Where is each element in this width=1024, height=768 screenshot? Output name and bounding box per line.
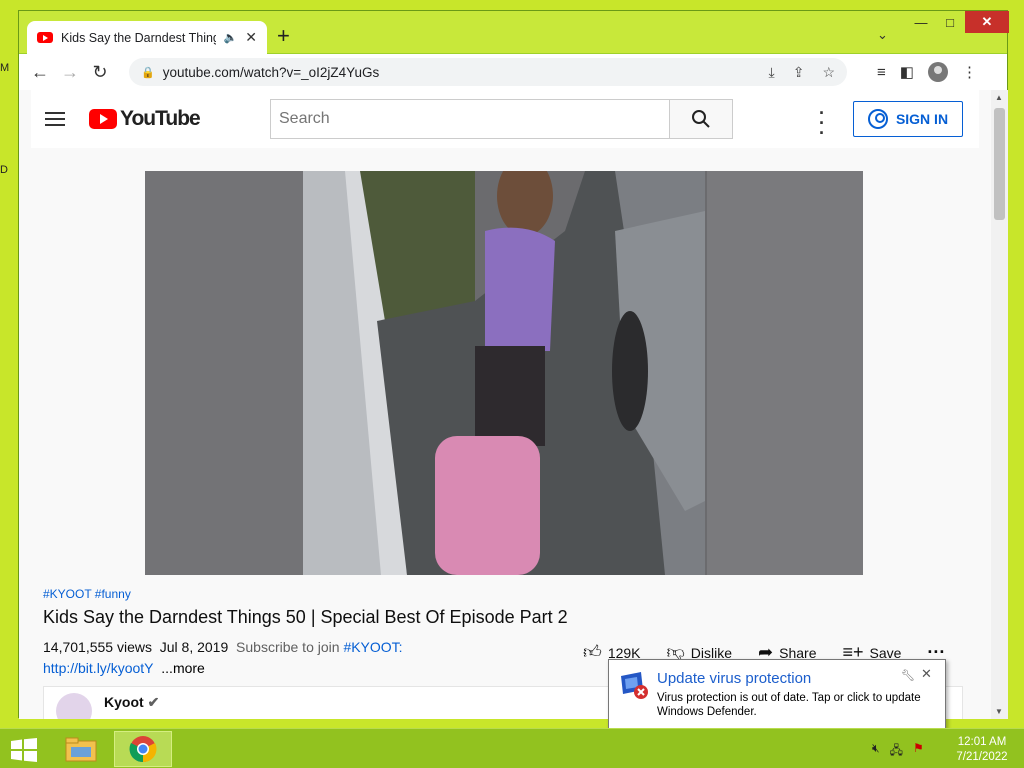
file-explorer-taskbar-button[interactable] [52,731,110,767]
subscribe-text: Subscribe to join [236,639,344,655]
tab-close-icon[interactable]: ✕ [245,29,257,46]
scroll-up-arrow-icon[interactable]: ▲ [995,93,1003,102]
audio-playing-icon[interactable]: 🔈 [224,31,238,44]
clock-time: 12:01 AM [957,736,1007,748]
windows-defender-flag-icon [621,672,648,699]
share-page-icon[interactable]: ⇪ [793,64,805,81]
scrollbar-thumb[interactable] [994,108,1005,220]
notification-close-icon[interactable]: ✕ [921,666,932,682]
action-center-alert-icon[interactable]: ⚑ [913,741,924,762]
network-icon[interactable]: 🖧 [890,741,903,762]
maximize-button[interactable]: □ [937,11,963,33]
user-circle-icon [867,109,888,129]
lock-icon[interactable]: 🔒 [141,66,155,79]
subscribe-hashtag-link[interactable]: #KYOOT: [343,639,402,655]
folder-icon [65,737,97,762]
new-tab-button[interactable]: + [277,25,290,47]
profile-avatar-icon[interactable] [927,62,948,82]
notification-title[interactable]: Update virus protection [657,670,811,687]
sign-in-label: SIGN IN [895,111,949,127]
reload-icon[interactable]: ↻ [85,62,115,83]
channel-name[interactable]: Kyoot ✔ [104,694,159,711]
verified-check-icon: ✔ [147,694,160,710]
title-bar: Kids Say the Darndest Things 50 | Specia… [19,11,1009,54]
upload-date: Jul 8, 2019 [159,639,229,655]
youtube-wordmark: YouTube [120,107,201,130]
clock-date: 7/21/2022 [956,751,1008,763]
address-bar[interactable]: 🔒 youtube.com/watch?v=_oI2jZ4YuGs ⤓ ⇪ ☆ [129,58,847,86]
media-control-icon[interactable]: ≡ [877,64,886,81]
channel-name-text[interactable]: Kyoot [104,694,144,710]
video-meta: 14,701,555 views Jul 8, 2019 Subscribe t… [43,639,403,655]
scroll-down-arrow-icon[interactable]: ▼ [995,707,1003,716]
youtube-play-icon [89,109,117,129]
search-icon [692,110,710,128]
desktop-icon-partial[interactable]: M [0,62,12,76]
chrome-icon [129,736,157,763]
video-player[interactable] [145,171,863,575]
bookmark-star-icon[interactable]: ☆ [822,64,835,81]
volume-muted-icon[interactable]: 🔇︎ [872,741,880,762]
browser-window: Kids Say the Darndest Things 50 | Specia… [18,10,1009,719]
browser-toolbar: ← → ↻ 🔒 youtube.com/watch?v=_oI2jZ4YuGs … [19,54,1007,90]
show-more-link[interactable]: ...more [161,660,205,676]
search-input[interactable] [270,99,670,139]
page-scrollbar[interactable]: ▲ ▼ [991,90,1008,719]
system-tray: 🔇︎ 🖧 ⚑ [872,741,924,762]
thumbs-up-icon: 👍︎ [583,642,602,662]
taskbar: 🔇︎ 🖧 ⚑ 12:01 AM 7/21/2022 [0,728,1024,768]
forward-arrow-icon[interactable]: → [55,62,85,83]
page-content: YouTube ··· SIGN IN [19,90,991,719]
description-link[interactable]: http://bit.ly/kyootY [43,660,154,676]
settings-kebab-icon[interactable]: · · · [819,104,825,142]
video-frame [145,171,863,575]
browser-tab[interactable]: Kids Say the Darndest Things 50 | Specia… [27,21,267,54]
close-window-button[interactable]: ✕ [965,11,1009,33]
notification-message[interactable]: Virus protection is out of date. Tap or … [657,691,941,719]
search-button[interactable] [669,99,733,139]
back-arrow-icon[interactable]: ← [25,62,55,83]
minimize-button[interactable]: — [909,11,933,33]
side-panel-icon[interactable]: ◧ [900,63,914,81]
hamburger-menu-icon[interactable] [45,112,65,126]
youtube-favicon-icon [37,32,53,43]
tab-title: Kids Say the Darndest Things 50 | Specia… [61,30,216,45]
windows-start-icon[interactable] [10,738,38,762]
video-hashtags[interactable]: #KYOOT #funny [43,587,131,601]
taskbar-clock[interactable]: 12:01 AM 7/21/2022 [952,735,1012,765]
install-app-icon[interactable]: ⤓ [769,64,775,81]
desktop-icon-partial[interactable]: D [0,164,12,178]
youtube-logo[interactable]: YouTube [89,107,201,131]
view-count: 14,701,555 views [43,639,152,655]
chrome-menu-icon[interactable]: ⋮ [962,63,977,81]
url-text[interactable]: youtube.com/watch?v=_oI2jZ4YuGs [163,65,380,80]
chrome-taskbar-button[interactable] [114,731,172,767]
description-line: http://bit.ly/kyootY ...more [43,660,205,676]
notification-settings-icon[interactable]: 🔧︎ [901,669,915,682]
sign-in-button[interactable]: SIGN IN [853,101,963,137]
virus-protection-notification[interactable]: Update virus protection Virus protection… [608,659,946,729]
video-title: Kids Say the Darndest Things 50 | Specia… [43,607,568,627]
tab-search-chevron-icon[interactable]: ⌄ [877,27,888,43]
channel-avatar[interactable] [56,693,92,719]
